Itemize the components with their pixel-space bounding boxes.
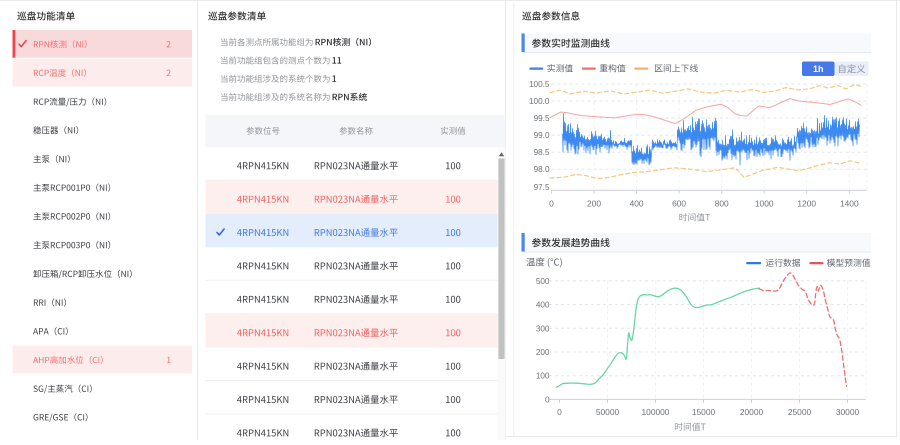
svg-text:50000: 50000 [596, 407, 620, 417]
svg-text:400: 400 [630, 199, 644, 209]
svg-text:97.5: 97.5 [534, 183, 550, 192]
svg-text:0: 0 [557, 407, 562, 417]
svg-text:15000: 15000 [692, 407, 716, 417]
svg-text:100000: 100000 [642, 407, 670, 417]
svg-text:99.0: 99.0 [534, 131, 550, 140]
svg-text:1200: 1200 [797, 199, 816, 209]
svg-text:200: 200 [587, 199, 601, 209]
svg-text:30000: 30000 [836, 407, 860, 417]
svg-text:400: 400 [536, 301, 550, 310]
svg-text:0: 0 [549, 199, 554, 209]
svg-text:100.0: 100.0 [529, 97, 550, 106]
svg-text:1h: 1h [813, 64, 824, 74]
svg-text:20000: 20000 [740, 407, 764, 417]
svg-text:200: 200 [536, 348, 550, 357]
svg-text:25000: 25000 [788, 407, 812, 417]
svg-text:1400: 1400 [840, 199, 859, 209]
svg-text:99.5: 99.5 [534, 114, 550, 123]
svg-text:98.5: 98.5 [534, 148, 550, 157]
svg-text:100.5: 100.5 [529, 80, 550, 89]
svg-text:0: 0 [545, 395, 550, 404]
svg-text:100: 100 [536, 372, 550, 381]
svg-text:1000: 1000 [755, 199, 774, 209]
svg-text:98.0: 98.0 [534, 165, 550, 174]
svg-text:300: 300 [536, 324, 550, 333]
svg-text:600: 600 [672, 199, 686, 209]
svg-text:500: 500 [536, 277, 550, 286]
svg-text:800: 800 [715, 199, 729, 209]
